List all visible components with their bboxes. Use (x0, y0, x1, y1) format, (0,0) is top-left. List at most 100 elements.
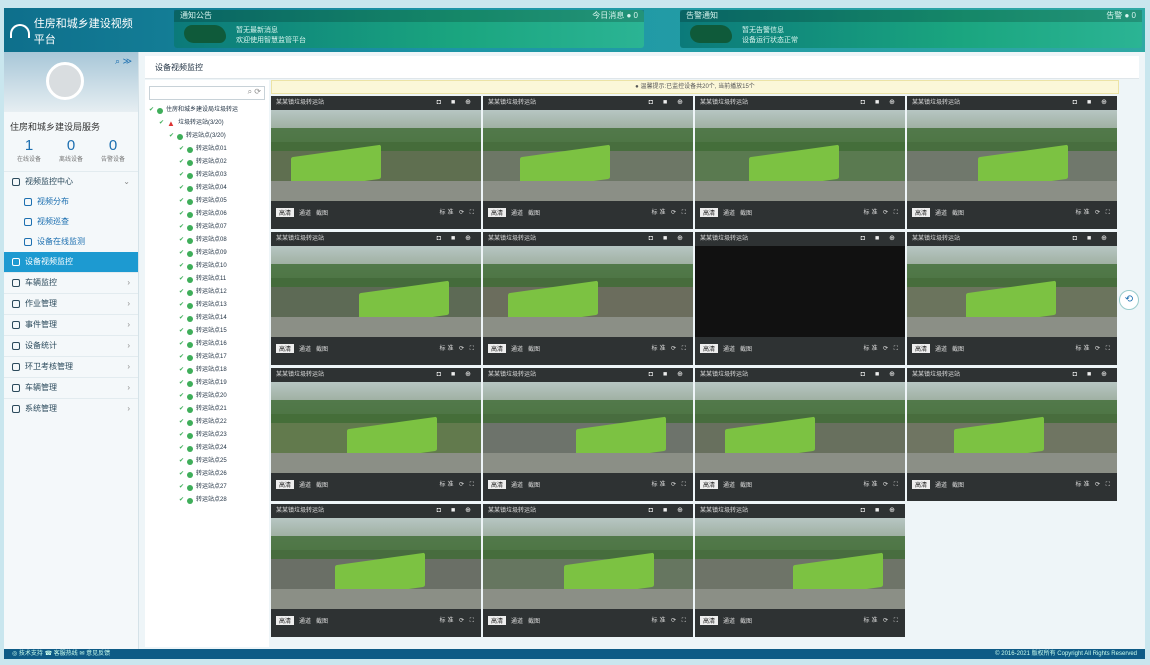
tree-node[interactable]: ✔ 转运站点18 (145, 364, 269, 377)
channel-button[interactable]: 通道 (511, 616, 523, 625)
checkbox[interactable]: ✔ (179, 312, 184, 325)
channel-button[interactable]: 通道 (299, 616, 311, 625)
menu-item[interactable]: 设备统计 › (4, 335, 138, 356)
tree-node[interactable]: ✔ 转运站点26 (145, 468, 269, 481)
snapshot-button[interactable]: 截图 (528, 480, 540, 489)
video-cell[interactable]: 某某镇垃圾转运站 ◘ ■ ⊕ 高清 通道 截图 标准 ⟳ ⛶ (483, 96, 693, 229)
video-cell[interactable]: 某某镇垃圾转运站 ◘ ■ ⊕ 高清 通道 截图 标准 ⟳ ⛶ (271, 96, 481, 229)
menu-item[interactable]: 设备在线监测 (4, 232, 138, 252)
video-feed[interactable] (695, 110, 905, 201)
count-item[interactable]: 0 告警设备 (101, 137, 125, 163)
notice-panel-2[interactable]: 告警通知 告警 ● 0 暂无告警信息 设备运行状态正常 (680, 10, 1142, 48)
tree-node[interactable]: ✔ 转运站点05 (145, 195, 269, 208)
quality-select[interactable]: 高清 (276, 615, 295, 625)
channel-button[interactable]: 通道 (723, 480, 735, 489)
video-actions-icon[interactable]: ◘ ■ ⊕ (861, 96, 899, 110)
notice-panel-1[interactable]: 通知公告 今日消息 ● 0 暂无最新消息 欢迎使用智慧监管平台 (174, 10, 644, 48)
channel-button[interactable]: 通道 (299, 208, 311, 217)
checkbox[interactable]: ✔ (179, 494, 184, 507)
tree-node[interactable]: ✔ 转运站点17 (145, 351, 269, 364)
tree-node[interactable]: ✔ 转运站点23 (145, 429, 269, 442)
video-feed[interactable] (483, 110, 693, 201)
checkbox[interactable]: ✔ (179, 169, 184, 182)
video-actions-icon[interactable]: ◘ ■ ⊕ (649, 232, 687, 246)
video-actions-icon[interactable]: ◘ ■ ⊕ (437, 232, 475, 246)
channel-button[interactable]: 通道 (935, 480, 947, 489)
checkbox[interactable]: ✔ (179, 416, 184, 429)
checkbox[interactable]: ✔ (179, 286, 184, 299)
quality-select[interactable]: 高清 (276, 207, 295, 217)
checkbox[interactable]: ✔ (179, 182, 184, 195)
snapshot-button[interactable]: 截图 (952, 208, 964, 217)
checkbox[interactable]: ✔ (179, 247, 184, 260)
snapshot-button[interactable]: 截图 (952, 480, 964, 489)
checkbox[interactable]: ✔ (179, 468, 184, 481)
video-cell[interactable]: 某某镇垃圾转运站 ◘ ■ ⊕ 高清 通道 截图 标准 ⟳ ⛶ (271, 504, 481, 637)
checkbox[interactable]: ✔ (179, 221, 184, 234)
user-name[interactable]: 住房和城乡建设局服务 (4, 112, 138, 135)
video-actions-icon[interactable]: ◘ ■ ⊕ (861, 504, 899, 518)
tree-node[interactable]: ✔ 转运站点16 (145, 338, 269, 351)
video-cell[interactable]: 某某镇垃圾转运站 ◘ ■ ⊕ 高清 通道 截图 标准 ⟳ ⛶ (907, 232, 1117, 365)
menu-item[interactable]: 事件管理 › (4, 314, 138, 335)
checkbox[interactable]: ✔ (179, 260, 184, 273)
playback-controls[interactable]: 标准 ⟳ ⛶ (651, 207, 688, 217)
menu-item[interactable]: 视频分布 (4, 192, 138, 212)
quality-select[interactable]: 高清 (912, 479, 931, 489)
video-feed[interactable] (483, 382, 693, 473)
quality-select[interactable]: 高清 (276, 343, 295, 353)
snapshot-button[interactable]: 截图 (528, 208, 540, 217)
footer-links[interactable]: ◎ 技术支持 ☎ 客服热线 ✉ 意见反馈 (12, 651, 110, 657)
tree-node[interactable]: ✔ 转运站点01 (145, 143, 269, 156)
playback-controls[interactable]: 标准 ⟳ ⛶ (1075, 343, 1112, 353)
channel-button[interactable]: 通道 (511, 208, 523, 217)
playback-controls[interactable]: 标准 ⟳ ⛶ (1075, 479, 1112, 489)
tree-node[interactable]: ✔ 转运站点28 (145, 494, 269, 507)
video-cell[interactable]: 某某镇垃圾转运站 ◘ ■ ⊕ 高清 通道 截图 标准 ⟳ ⛶ (695, 504, 905, 637)
tree-node[interactable]: ✔ ▲ 垃圾转运站(3/20) (145, 117, 269, 130)
tree-node[interactable]: ✔ 转运站点07 (145, 221, 269, 234)
video-actions-icon[interactable]: ◘ ■ ⊕ (1073, 96, 1111, 110)
quality-select[interactable]: 高清 (488, 343, 507, 353)
checkbox[interactable]: ✔ (179, 429, 184, 442)
search-icon[interactable]: ⌕ (115, 56, 120, 66)
snapshot-button[interactable]: 截图 (316, 208, 328, 217)
checkbox[interactable]: ✔ (179, 208, 184, 221)
tree-node[interactable]: ✔ 转运站点08 (145, 234, 269, 247)
playback-controls[interactable]: 标准 ⟳ ⛶ (863, 343, 900, 353)
tree-node[interactable]: ✔ 转运站点19 (145, 377, 269, 390)
video-cell[interactable]: 某某镇垃圾转运站 ◘ ■ ⊕ 高清 通道 截图 标准 ⟳ ⛶ (907, 96, 1117, 229)
video-actions-icon[interactable]: ◘ ■ ⊕ (861, 232, 899, 246)
video-cell[interactable]: 某某镇垃圾转运站 ◘ ■ ⊕ 高清 通道 截图 标准 ⟳ ⛶ (483, 368, 693, 501)
playback-controls[interactable]: 标准 ⟳ ⛶ (651, 479, 688, 489)
video-feed[interactable] (907, 246, 1117, 337)
checkbox[interactable]: ✔ (179, 481, 184, 494)
tree-node[interactable]: ✔ 转运站点12 (145, 286, 269, 299)
quality-select[interactable]: 高清 (700, 615, 719, 625)
tree-node[interactable]: ✔ 转运站点04 (145, 182, 269, 195)
checkbox[interactable]: ✔ (179, 351, 184, 364)
channel-button[interactable]: 通道 (935, 344, 947, 353)
playback-controls[interactable]: 标准 ⟳ ⛶ (439, 343, 476, 353)
quality-select[interactable]: 高清 (700, 343, 719, 353)
tree-node[interactable]: ✔ 转运站点27 (145, 481, 269, 494)
quality-select[interactable]: 高清 (912, 343, 931, 353)
playback-controls[interactable]: 标准 ⟳ ⛶ (863, 615, 900, 625)
quality-select[interactable]: 高清 (488, 615, 507, 625)
playback-controls[interactable]: 标准 ⟳ ⛶ (439, 615, 476, 625)
collapse-icon[interactable]: ≫ (123, 56, 132, 66)
playback-controls[interactable]: 标准 ⟳ ⛶ (651, 615, 688, 625)
video-actions-icon[interactable]: ◘ ■ ⊕ (437, 504, 475, 518)
count-item[interactable]: 0 离线设备 (59, 137, 83, 163)
tree-node[interactable]: ✔ 转运站点(3/20) (145, 130, 269, 143)
video-feed[interactable] (271, 518, 481, 609)
menu-item[interactable]: 视频监控中心 ⌄ (4, 171, 138, 192)
video-feed[interactable] (483, 518, 693, 609)
tree-node[interactable]: ✔ 转运站点25 (145, 455, 269, 468)
video-cell[interactable]: 某某镇垃圾转运站 ◘ ■ ⊕ 高清 通道 截图 标准 ⟳ ⛶ (483, 504, 693, 637)
checkbox[interactable]: ✔ (179, 442, 184, 455)
checkbox[interactable]: ✔ (179, 234, 184, 247)
channel-button[interactable]: 通道 (511, 344, 523, 353)
menu-item[interactable]: 车辆监控 › (4, 272, 138, 293)
quality-select[interactable]: 高清 (488, 479, 507, 489)
